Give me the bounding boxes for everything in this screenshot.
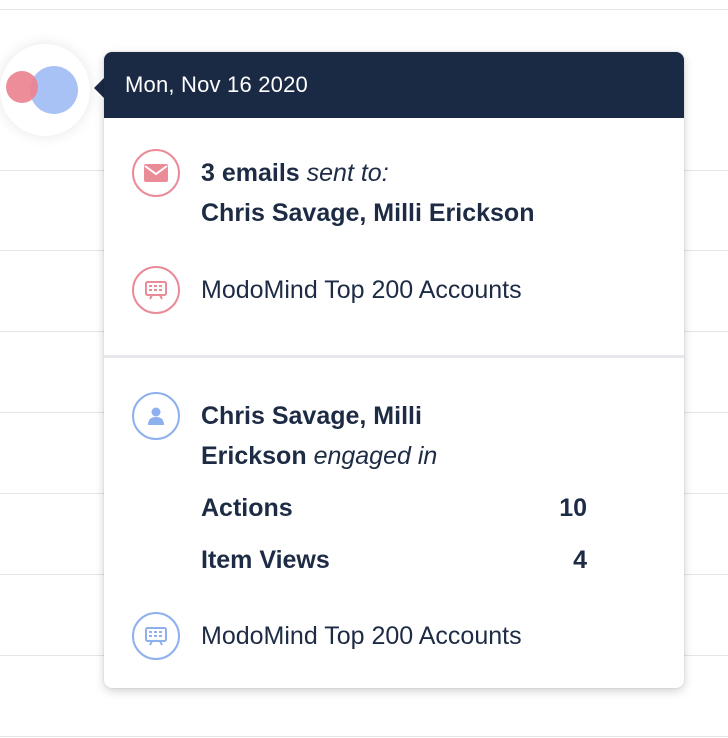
sent-to-label: sent to: xyxy=(306,159,389,187)
stat-item-views: Item Views 4 xyxy=(201,540,587,580)
timeline-activity-marker[interactable] xyxy=(0,44,90,136)
stat-value: 4 xyxy=(573,546,587,574)
stat-actions: Actions 10 xyxy=(201,488,587,528)
stat-label: Item Views xyxy=(201,546,330,574)
tooltip-date: Mon, Nov 16 2020 xyxy=(104,52,684,118)
email-recipients: Chris Savage, Milli Erickson xyxy=(201,199,535,227)
email-dot xyxy=(6,71,38,103)
engaged-in-label: engaged in xyxy=(313,442,438,470)
stat-value: 10 xyxy=(559,494,587,522)
grid-line xyxy=(0,9,728,10)
grid-line xyxy=(0,736,728,737)
section-divider xyxy=(104,355,684,358)
person-icon xyxy=(132,392,180,440)
activity-tooltip: Mon, Nov 16 2020 3 emails sent to: Chris… xyxy=(104,52,684,688)
presentation-board-icon xyxy=(132,612,180,660)
emails-sent-text: 3 emails sent to: Chris Savage, Milli Er… xyxy=(201,153,534,233)
engaged-text: Chris Savage, Milli Erickson engaged in xyxy=(201,396,437,476)
engaged-names-line2: Erickson xyxy=(201,442,307,470)
stat-label: Actions xyxy=(201,494,293,522)
engaged-names-line1: Chris Savage, Milli xyxy=(201,402,422,430)
envelope-icon xyxy=(132,149,180,197)
presentation-board-icon xyxy=(132,266,180,314)
tooltip-arrow xyxy=(94,78,104,98)
sent-stream-label: ModoMind Top 200 Accounts xyxy=(201,276,522,304)
engaged-stream-label: ModoMind Top 200 Accounts xyxy=(201,622,522,650)
email-count: 3 emails xyxy=(201,159,300,187)
